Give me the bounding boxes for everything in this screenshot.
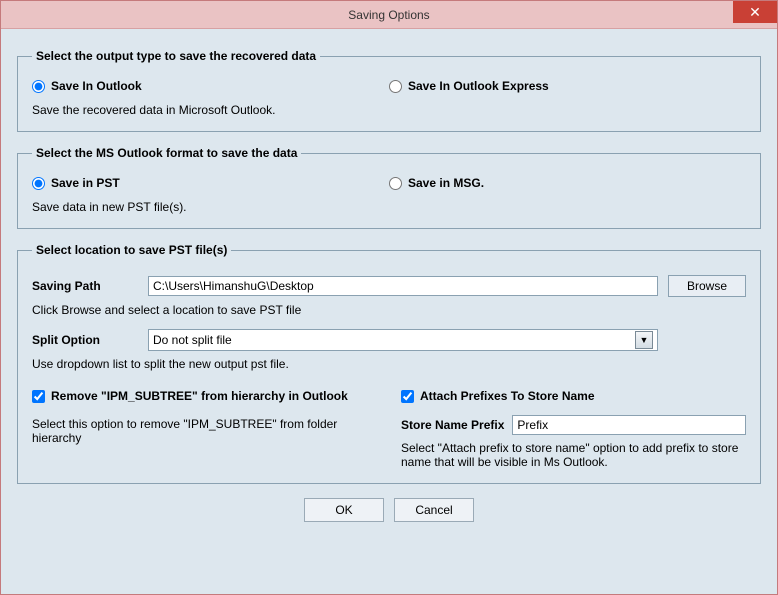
remove-ipm-subtree-help: Select this option to remove "IPM_SUBTRE… bbox=[32, 417, 372, 445]
saving-options-dialog: Saving Options ✕ Select the output type … bbox=[0, 0, 778, 595]
save-in-outlook-radio[interactable] bbox=[32, 80, 45, 93]
save-in-outlook-option[interactable]: Save In Outlook bbox=[32, 79, 389, 93]
save-location-legend: Select location to save PST file(s) bbox=[32, 243, 231, 257]
output-type-group: Select the output type to save the recov… bbox=[17, 49, 761, 132]
output-type-legend: Select the output type to save the recov… bbox=[32, 49, 320, 63]
store-name-prefix-help: Select "Attach prefix to store name" opt… bbox=[401, 441, 741, 469]
ok-button[interactable]: OK bbox=[304, 498, 384, 522]
save-in-msg-radio[interactable] bbox=[389, 177, 402, 190]
outlook-format-legend: Select the MS Outlook format to save the… bbox=[32, 146, 301, 160]
save-in-outlook-label: Save In Outlook bbox=[51, 79, 142, 93]
save-in-outlook-express-option[interactable]: Save In Outlook Express bbox=[389, 79, 746, 93]
save-in-pst-label: Save in PST bbox=[51, 176, 120, 190]
save-in-msg-label: Save in MSG. bbox=[408, 176, 484, 190]
cancel-button[interactable]: Cancel bbox=[394, 498, 474, 522]
saving-path-label: Saving Path bbox=[32, 279, 148, 293]
saving-path-input[interactable] bbox=[148, 276, 658, 296]
window-title: Saving Options bbox=[348, 8, 429, 22]
remove-ipm-subtree-checkbox[interactable] bbox=[32, 390, 45, 403]
attach-prefix-option[interactable]: Attach Prefixes To Store Name bbox=[401, 389, 746, 403]
close-icon: ✕ bbox=[749, 4, 761, 21]
save-in-pst-radio[interactable] bbox=[32, 177, 45, 190]
remove-ipm-subtree-option[interactable]: Remove "IPM_SUBTREE" from hierarchy in O… bbox=[32, 389, 377, 403]
output-type-description: Save the recovered data in Microsoft Out… bbox=[32, 103, 746, 117]
close-button[interactable]: ✕ bbox=[733, 1, 777, 23]
chevron-down-icon[interactable]: ▼ bbox=[635, 331, 653, 349]
save-in-outlook-express-radio[interactable] bbox=[389, 80, 402, 93]
save-in-pst-option[interactable]: Save in PST bbox=[32, 176, 389, 190]
split-option-value: Do not split file bbox=[153, 333, 635, 347]
dialog-button-bar: OK Cancel bbox=[9, 498, 769, 522]
store-name-prefix-label: Store Name Prefix bbox=[401, 418, 504, 432]
save-in-msg-option[interactable]: Save in MSG. bbox=[389, 176, 746, 190]
split-option-help: Use dropdown list to split the new outpu… bbox=[32, 357, 746, 371]
remove-ipm-subtree-label: Remove "IPM_SUBTREE" from hierarchy in O… bbox=[51, 389, 348, 403]
title-bar: Saving Options ✕ bbox=[1, 1, 777, 29]
outlook-format-description: Save data in new PST file(s). bbox=[32, 200, 746, 214]
attach-prefix-checkbox[interactable] bbox=[401, 390, 414, 403]
store-name-prefix-input[interactable] bbox=[512, 415, 746, 435]
save-in-outlook-express-label: Save In Outlook Express bbox=[408, 79, 549, 93]
split-option-select[interactable]: Do not split file ▼ bbox=[148, 329, 658, 351]
save-location-group: Select location to save PST file(s) Savi… bbox=[17, 243, 761, 484]
client-area: Select the output type to save the recov… bbox=[9, 35, 769, 586]
outlook-format-group: Select the MS Outlook format to save the… bbox=[17, 146, 761, 229]
browse-button[interactable]: Browse bbox=[668, 275, 746, 297]
attach-prefix-label: Attach Prefixes To Store Name bbox=[420, 389, 595, 403]
split-option-label: Split Option bbox=[32, 333, 148, 347]
saving-path-help: Click Browse and select a location to sa… bbox=[32, 303, 746, 317]
